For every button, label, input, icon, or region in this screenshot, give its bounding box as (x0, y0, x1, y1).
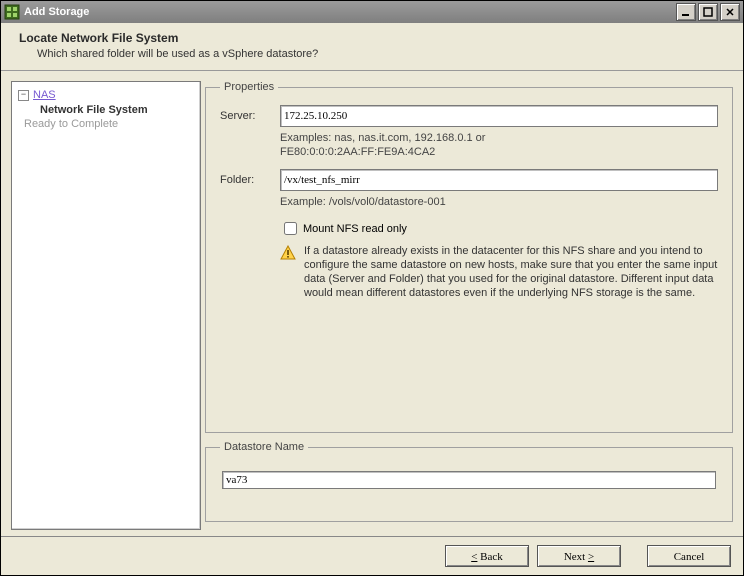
folder-input[interactable] (280, 169, 718, 191)
warning-text: If a datastore already exists in the dat… (304, 244, 718, 300)
titlebar: Add Storage (1, 1, 743, 23)
sidebar-item-ready: Ready to Complete (14, 118, 198, 130)
warning-icon (280, 245, 296, 261)
wizard-footer: < Back Next > Cancel (1, 536, 743, 575)
sidebar-item-nfs[interactable]: Network File System (14, 104, 198, 116)
add-storage-window: Add Storage Locate Network File System W… (0, 0, 744, 576)
mount-readonly-checkbox[interactable] (284, 222, 297, 235)
sidebar-item-nas[interactable]: − NAS (14, 88, 198, 102)
page-subtitle: Which shared folder will be used as a vS… (19, 48, 725, 60)
close-button[interactable] (720, 3, 740, 21)
properties-group: Properties Server: Examples: nas, nas.it… (205, 81, 733, 433)
maximize-button[interactable] (698, 3, 718, 21)
cancel-button[interactable]: Cancel (647, 545, 731, 567)
app-icon (4, 4, 20, 20)
properties-legend: Properties (220, 81, 278, 93)
wizard-header: Locate Network File System Which shared … (1, 23, 743, 71)
wizard-main: Properties Server: Examples: nas, nas.it… (205, 81, 733, 530)
minimize-button[interactable] (676, 3, 696, 21)
tree-collapse-icon[interactable]: − (18, 90, 29, 101)
page-title: Locate Network File System (19, 31, 725, 45)
server-input[interactable] (280, 105, 718, 127)
server-label: Server: (220, 110, 280, 122)
window-title: Add Storage (24, 6, 674, 18)
datastore-name-input[interactable] (222, 471, 716, 489)
nas-link[interactable]: NAS (33, 89, 56, 101)
folder-label: Folder: (220, 174, 280, 186)
wizard-sidebar: − NAS Network File System Ready to Compl… (11, 81, 201, 530)
back-button[interactable]: < Back (445, 545, 529, 567)
mount-readonly-label: Mount NFS read only (303, 223, 407, 235)
datastore-name-group: Datastore Name (205, 441, 733, 522)
wizard-body: − NAS Network File System Ready to Compl… (1, 71, 743, 536)
datastore-legend: Datastore Name (220, 441, 308, 453)
folder-example: Example: /vols/vol0/datastore-001 (280, 195, 718, 209)
server-example: Examples: nas, nas.it.com, 192.168.0.1 o… (280, 131, 718, 159)
next-button[interactable]: Next > (537, 545, 621, 567)
